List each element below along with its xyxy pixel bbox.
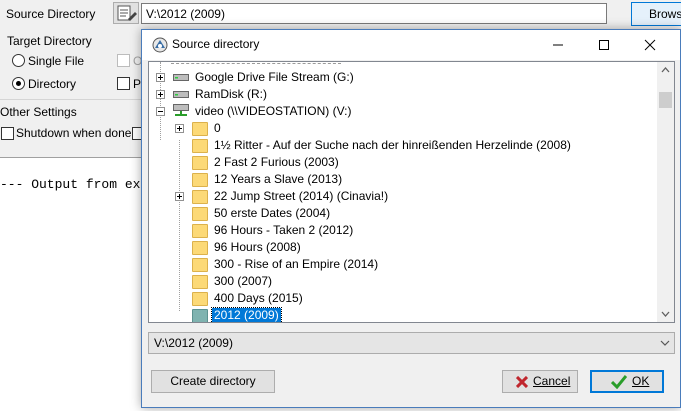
checkmark-icon [611, 375, 627, 389]
folder-icon [192, 241, 208, 255]
tree-item-label: 50 erste Dates (2004) [214, 206, 331, 220]
drive-icon [173, 74, 189, 81]
folder-icon [192, 122, 208, 136]
folder-icon [192, 190, 208, 204]
tree-item-label: 300 - Rise of an Empire (2014) [214, 257, 379, 271]
app-icon [152, 37, 168, 53]
single-file-label: Single File [28, 54, 85, 68]
single-file-radio[interactable] [12, 54, 25, 67]
directory-label: Directory [28, 77, 77, 91]
tree-item-folder[interactable]: 50 erste Dates (2004) [149, 205, 661, 222]
tree-item-folder[interactable]: 300 (2007) [149, 273, 661, 290]
tree-item-folder-selected[interactable]: 2012 (2009) [149, 307, 661, 322]
option-pr-checkbox[interactable] [117, 77, 130, 90]
directory-tree[interactable]: Google Drive File Stream (G:) RamDisk (R… [148, 61, 675, 323]
tree-item-folder[interactable]: 300 - Rise of an Empire (2014) [149, 256, 661, 273]
tree-partial-row [171, 63, 341, 64]
option-o-checkbox[interactable] [117, 54, 130, 67]
source-path-input[interactable]: V:\2012 (2009) [141, 3, 607, 24]
tree-item-label: 2012 (2009) [211, 307, 282, 322]
directory-radio[interactable] [12, 77, 25, 90]
dialog-titlebar[interactable]: Source directory [142, 30, 680, 60]
folder-icon [192, 258, 208, 272]
tree-item-folder[interactable]: 0 [149, 120, 661, 137]
tree-item-folder[interactable]: 400 Days (2015) [149, 290, 661, 307]
expand-icon[interactable] [175, 192, 184, 201]
source-directory-dialog: Source directory Google Drive File Strea… [141, 29, 681, 408]
expand-icon[interactable] [156, 90, 165, 99]
tree-item-label: 96 Hours - Taken 2 (2012) [214, 223, 354, 237]
browse-button[interactable]: Browse [631, 2, 681, 26]
scroll-up-icon[interactable] [661, 66, 670, 75]
tree-item-label: 300 (2007) [214, 274, 273, 288]
shutdown-label: Shutdown when done [16, 126, 132, 140]
folder-icon [192, 139, 208, 153]
maximize-button[interactable] [581, 30, 627, 59]
close-icon [644, 39, 656, 51]
tree-item-label: 12 Years a Slave (2013) [214, 172, 343, 186]
select-source-button[interactable] [113, 2, 139, 24]
close-button[interactable] [627, 30, 673, 59]
tree-scrollbar[interactable] [657, 62, 674, 322]
tree-item-folder[interactable]: 22 Jump Street (2014) (Cinavia!) [149, 188, 661, 205]
create-directory-label: Create directory [170, 374, 256, 388]
cancel-icon [516, 376, 528, 388]
tree-item-folder[interactable]: 1½ Ritter - Auf der Suche nach der hinre… [149, 137, 661, 154]
scroll-down-icon[interactable] [661, 309, 670, 318]
tree-item-label: 22 Jump Street (2014) (Cinavia!) [214, 189, 389, 203]
ok-label: OK [632, 374, 650, 388]
tree-item-label: 2 Fast 2 Furious (2003) [214, 155, 339, 169]
tree-item-label: 1½ Ritter - Auf der Suche nach der hinre… [214, 138, 571, 152]
expand-icon[interactable] [156, 73, 165, 82]
folder-icon [192, 156, 208, 170]
drive-icon [173, 91, 189, 98]
tree-item-label: Google Drive File Stream (G:) [195, 70, 354, 84]
folder-edit-icon [117, 5, 137, 21]
folder-icon [192, 173, 208, 187]
tree-item-label: RamDisk (R:) [195, 87, 267, 101]
tree-item-ramdisk[interactable]: RamDisk (R:) [149, 86, 661, 103]
divider [0, 99, 141, 100]
target-directory-label: Target Directory [7, 34, 92, 48]
maximize-icon [599, 40, 609, 50]
tree-item-label: video (\\VIDEOSTATION) (V:) [195, 104, 352, 118]
ok-button[interactable]: OK [590, 370, 664, 393]
scroll-thumb[interactable] [659, 92, 672, 108]
dialog-title: Source directory [172, 37, 260, 51]
create-directory-button[interactable]: Create directory [151, 370, 275, 393]
tree-item-label: 400 Days (2015) [214, 291, 303, 305]
path-combobox-value: V:\2012 (2009) [154, 336, 233, 350]
folder-icon [192, 275, 208, 289]
source-directory-label: Source Directory [6, 7, 96, 21]
folder-icon [192, 309, 208, 322]
collapse-icon[interactable] [156, 107, 165, 116]
path-combobox[interactable]: V:\2012 (2009) [148, 332, 675, 354]
tree-item-label: 96 Hours (2008) [214, 240, 301, 254]
network-drive-icon [173, 104, 189, 116]
expand-icon[interactable] [175, 124, 184, 133]
tree-item-folder[interactable]: 2 Fast 2 Furious (2003) [149, 154, 661, 171]
tree-item-label: 0 [214, 121, 221, 135]
output-text: --- Output from ex [0, 177, 141, 192]
minimize-icon [553, 44, 563, 46]
cancel-button[interactable]: Cancel [502, 370, 578, 393]
minimize-button[interactable] [535, 30, 581, 59]
folder-icon [192, 224, 208, 238]
chevron-down-icon [660, 340, 670, 346]
tree-item-google-drive[interactable]: Google Drive File Stream (G:) [149, 69, 661, 86]
shutdown-checkbox[interactable] [1, 127, 14, 140]
other-settings-label: Other Settings [0, 105, 77, 119]
cancel-label: Cancel [533, 374, 571, 388]
tree-item-video-drive[interactable]: video (\\VIDEOSTATION) (V:) [149, 103, 661, 120]
folder-icon [192, 292, 208, 306]
folder-icon [192, 207, 208, 221]
tree-item-folder[interactable]: 96 Hours - Taken 2 (2012) [149, 222, 661, 239]
tree-item-folder[interactable]: 96 Hours (2008) [149, 239, 661, 256]
tree-item-folder[interactable]: 12 Years a Slave (2013) [149, 171, 661, 188]
